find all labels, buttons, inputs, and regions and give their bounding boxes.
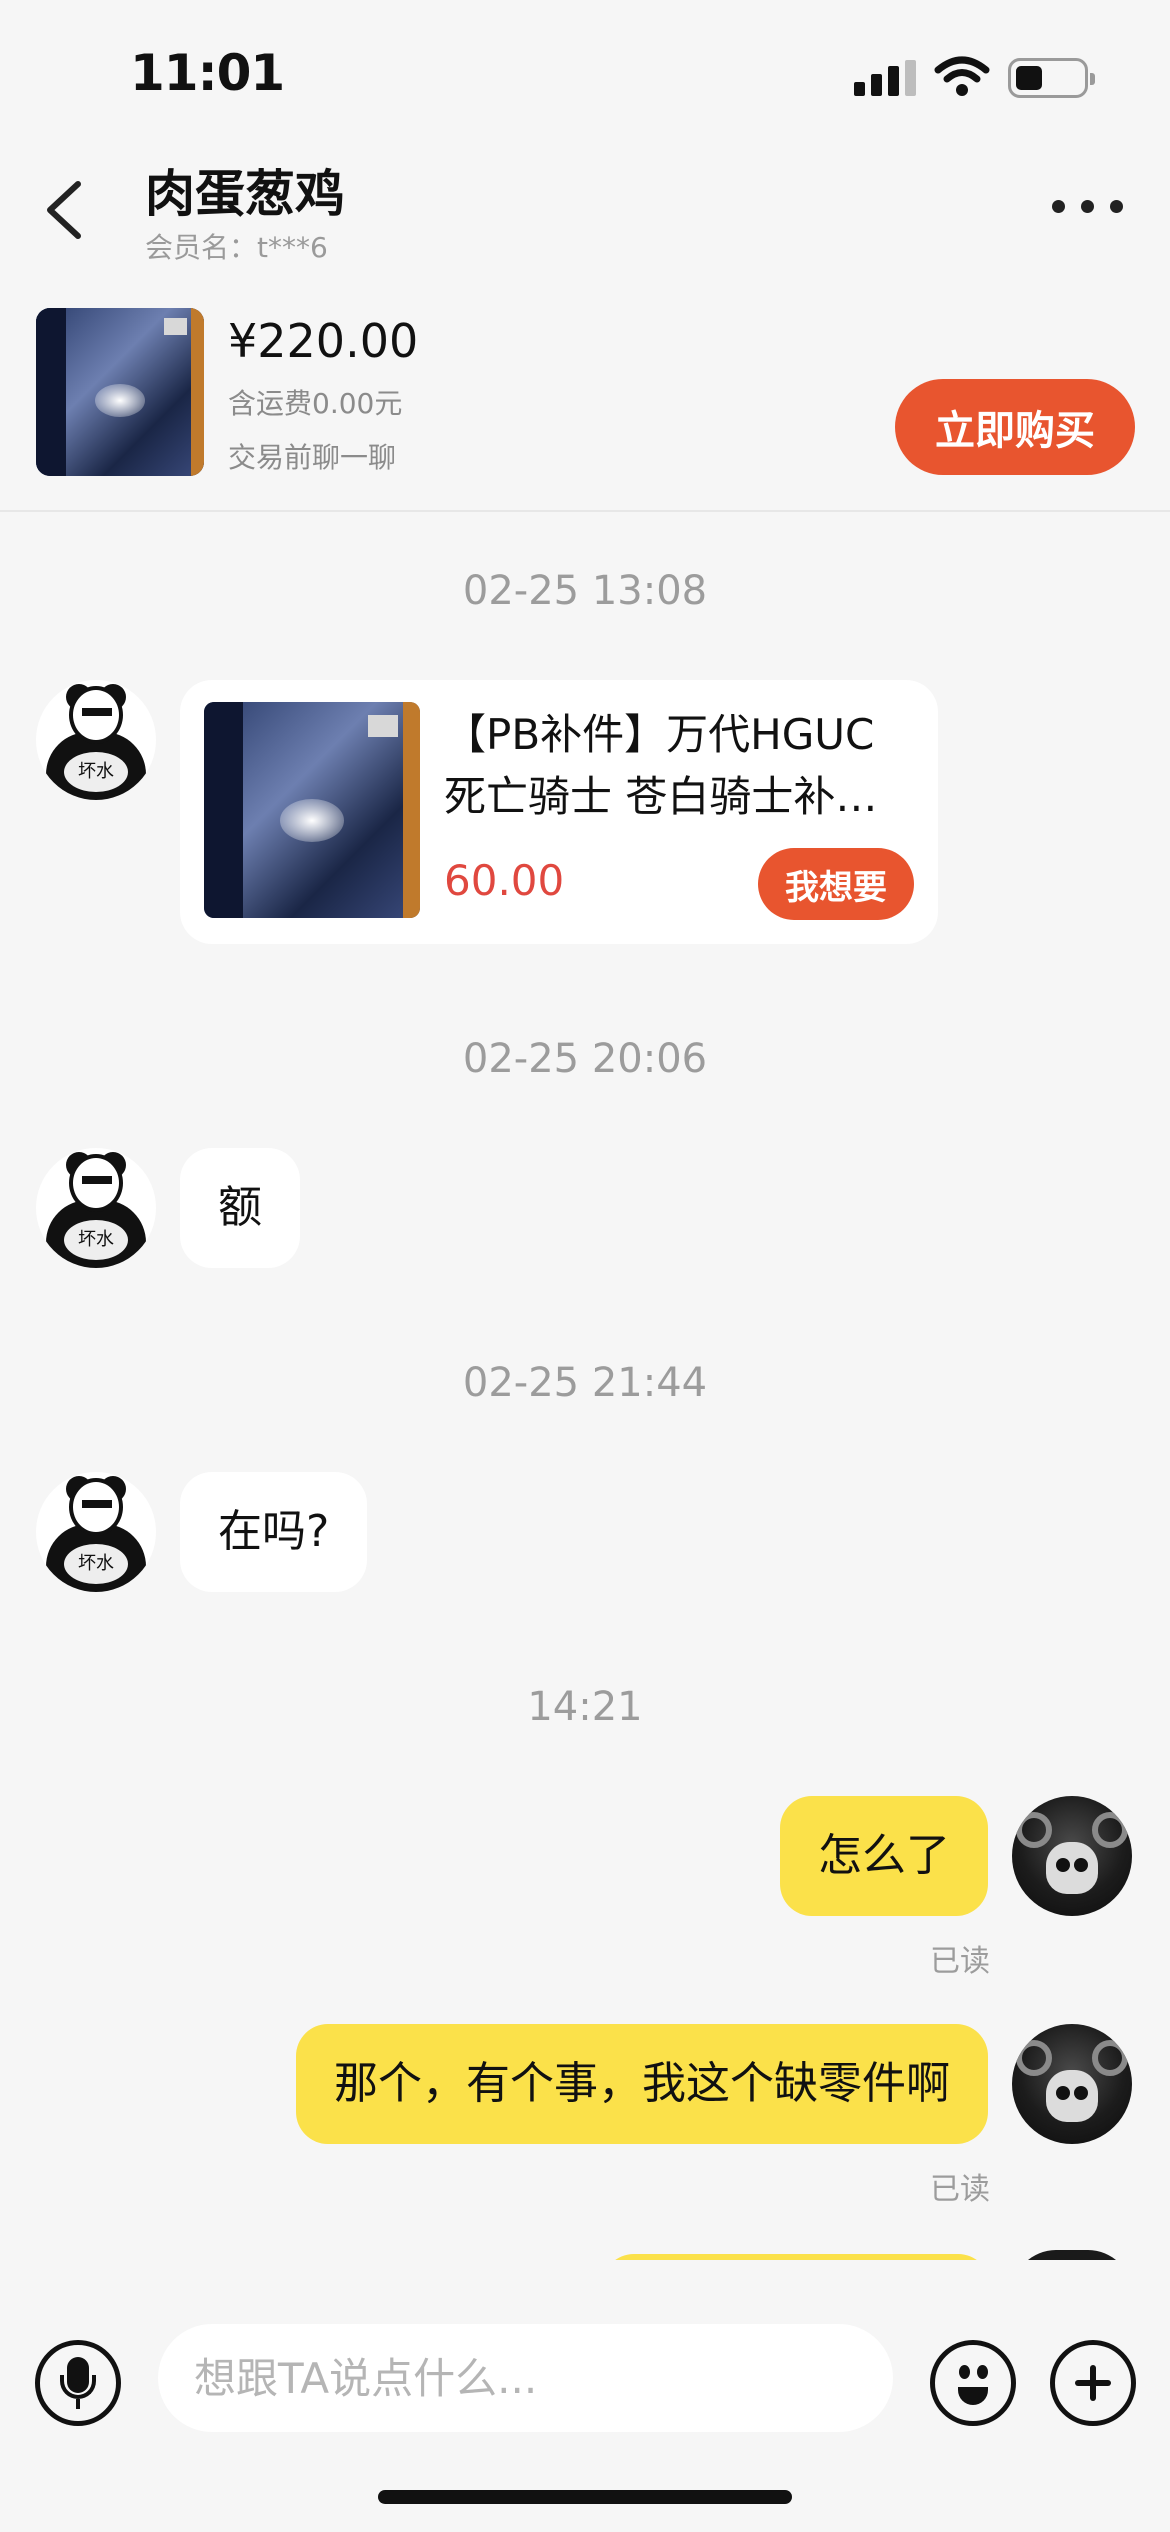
incoming-message[interactable]: 额 xyxy=(180,1148,300,1268)
timestamp: 02-25 20:06 xyxy=(462,1036,708,1082)
contact-avatar[interactable]: 坏水 xyxy=(36,1148,156,1268)
message-input[interactable] xyxy=(158,2324,893,2432)
card-title: 【PB补件】万代HGUC 死亡骑士 苍白骑士补… xyxy=(444,710,878,821)
status-bar: 11:01 xyxy=(0,0,1170,140)
my-avatar[interactable] xyxy=(1012,2024,1132,2144)
plus-icon[interactable] xyxy=(1050,2340,1136,2426)
contact-name: 肉蛋葱鸡 xyxy=(145,165,345,223)
chat-hint: 交易前聊一聊 xyxy=(228,441,397,474)
battery-icon xyxy=(1008,58,1095,98)
voice-icon[interactable] xyxy=(35,2340,121,2426)
member-name: 会员名：t***6 xyxy=(145,231,328,264)
read-receipt: 已读 xyxy=(930,2172,990,2207)
outgoing-message[interactable]: 怎么了 xyxy=(780,1796,988,1916)
shipping-info: 含运费0.00元 xyxy=(228,387,403,420)
status-time: 11:01 xyxy=(130,44,285,102)
outgoing-message[interactable]: 那个，有个事，我这个缺零件啊 xyxy=(296,2024,988,2144)
contact-avatar[interactable]: 坏水 xyxy=(36,1472,156,1592)
more-icon[interactable] xyxy=(1052,194,1124,218)
product-bar: ¥220.00 含运费0.00元 交易前聊一聊 立即购买 xyxy=(0,290,1170,512)
buy-now-button[interactable]: 立即购买 xyxy=(895,379,1135,475)
card-thumbnail xyxy=(204,702,420,918)
product-card-message[interactable]: 【PB补件】万代HGUC 死亡骑士 苍白骑士补… 60.00 我想要 xyxy=(180,680,938,944)
timestamp: 02-25 21:44 xyxy=(462,1360,708,1406)
timestamp: 14:21 xyxy=(527,1684,643,1730)
card-price: 60.00 xyxy=(444,856,565,905)
wifi-icon xyxy=(934,56,990,96)
timestamp: 02-25 13:08 xyxy=(462,568,708,614)
want-button[interactable]: 我想要 xyxy=(758,848,914,920)
emoji-icon[interactable] xyxy=(930,2340,1016,2426)
read-receipt: 已读 xyxy=(930,1944,990,1979)
product-price: ¥220.00 xyxy=(228,314,419,368)
product-thumbnail[interactable] xyxy=(36,308,204,476)
home-indicator[interactable] xyxy=(378,2490,792,2504)
back-icon[interactable] xyxy=(36,170,96,250)
contact-avatar[interactable]: 坏水 xyxy=(36,680,156,800)
my-avatar[interactable] xyxy=(1012,1796,1132,1916)
incoming-message[interactable]: 在吗? xyxy=(180,1472,368,1592)
chat-header: 肉蛋葱鸡 会员名：t***6 xyxy=(0,140,1170,270)
signal-icon xyxy=(854,60,916,96)
